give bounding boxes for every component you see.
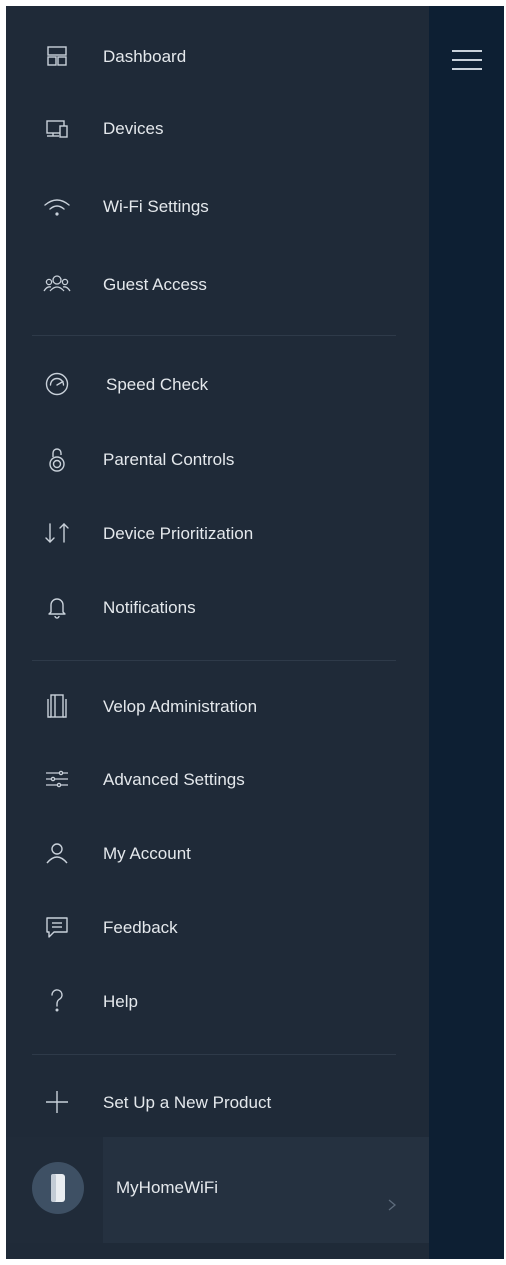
priority-arrows-icon	[42, 518, 72, 548]
menu-divider	[32, 335, 396, 336]
menu-item-label: Advanced Settings	[103, 770, 245, 789]
menu-item-label: Parental Controls	[103, 450, 235, 469]
chevron-right-icon	[386, 1198, 398, 1212]
menu-item-guest-access[interactable]: Guest Access	[6, 254, 429, 314]
devices-icon	[42, 113, 72, 143]
menu-item-wifi-settings[interactable]: Wi-Fi Settings	[6, 176, 429, 236]
menu-item-label: Devices	[103, 119, 164, 138]
navigation-drawer: Dashboard Devices Wi-Fi Settings Guest A…	[6, 6, 429, 1259]
menu-divider	[32, 660, 396, 661]
menu-item-device-prioritization[interactable]: Device Prioritization	[6, 503, 429, 563]
hamburger-menu-icon[interactable]	[452, 50, 482, 70]
menu-item-label: Wi-Fi Settings	[103, 197, 209, 216]
menu-item-parental-controls[interactable]: Parental Controls	[6, 429, 429, 489]
menu-item-dashboard[interactable]: Dashboard	[6, 26, 429, 86]
menu-item-velop-administration[interactable]: Velop Administration	[6, 676, 429, 736]
menu-item-label: My Account	[103, 844, 191, 863]
network-selector[interactable]: MyHomeWiFi	[6, 1137, 429, 1243]
plus-icon	[42, 1087, 72, 1117]
wifi-icon	[42, 191, 72, 221]
main-content-pane	[429, 6, 504, 1259]
menu-item-label: Velop Administration	[103, 697, 258, 716]
network-avatar	[32, 1162, 84, 1214]
app-frame: Dashboard Devices Wi-Fi Settings Guest A…	[6, 6, 504, 1259]
question-icon	[42, 986, 72, 1016]
lock-icon	[42, 444, 72, 474]
velop-node-icon	[42, 691, 72, 721]
network-name: MyHomeWiFi	[116, 1178, 218, 1197]
user-icon	[42, 838, 72, 868]
speedometer-icon	[42, 369, 72, 399]
menu-item-feedback[interactable]: Feedback	[6, 897, 429, 957]
menu-item-label: Dashboard	[103, 47, 187, 66]
menu-item-label: Notifications	[103, 598, 196, 617]
chat-bubble-icon	[42, 912, 72, 942]
menu-divider	[32, 1054, 396, 1055]
menu-item-my-account[interactable]: My Account	[6, 823, 429, 883]
menu-item-help[interactable]: Help	[6, 971, 429, 1031]
menu-item-label: Guest Access	[103, 275, 207, 294]
menu-item-label: Speed Check	[106, 375, 209, 394]
menu-item-advanced-settings[interactable]: Advanced Settings	[6, 749, 429, 809]
velop-node-icon	[51, 1174, 65, 1202]
menu-item-label: Set Up a New Product	[103, 1093, 272, 1112]
menu-item-label: Feedback	[103, 918, 178, 937]
dashboard-icon	[42, 41, 72, 71]
menu-item-speed-check[interactable]: Speed Check	[6, 354, 429, 414]
menu-item-label: Help	[103, 992, 138, 1011]
menu-item-set-up-new-product[interactable]: Set Up a New Product	[6, 1072, 429, 1132]
guest-access-icon	[42, 269, 72, 299]
bell-icon	[42, 592, 72, 622]
menu-item-label: Device Prioritization	[103, 524, 254, 543]
menu-item-notifications[interactable]: Notifications	[6, 577, 429, 637]
sliders-icon	[42, 764, 72, 794]
menu-item-devices[interactable]: Devices	[6, 98, 429, 158]
